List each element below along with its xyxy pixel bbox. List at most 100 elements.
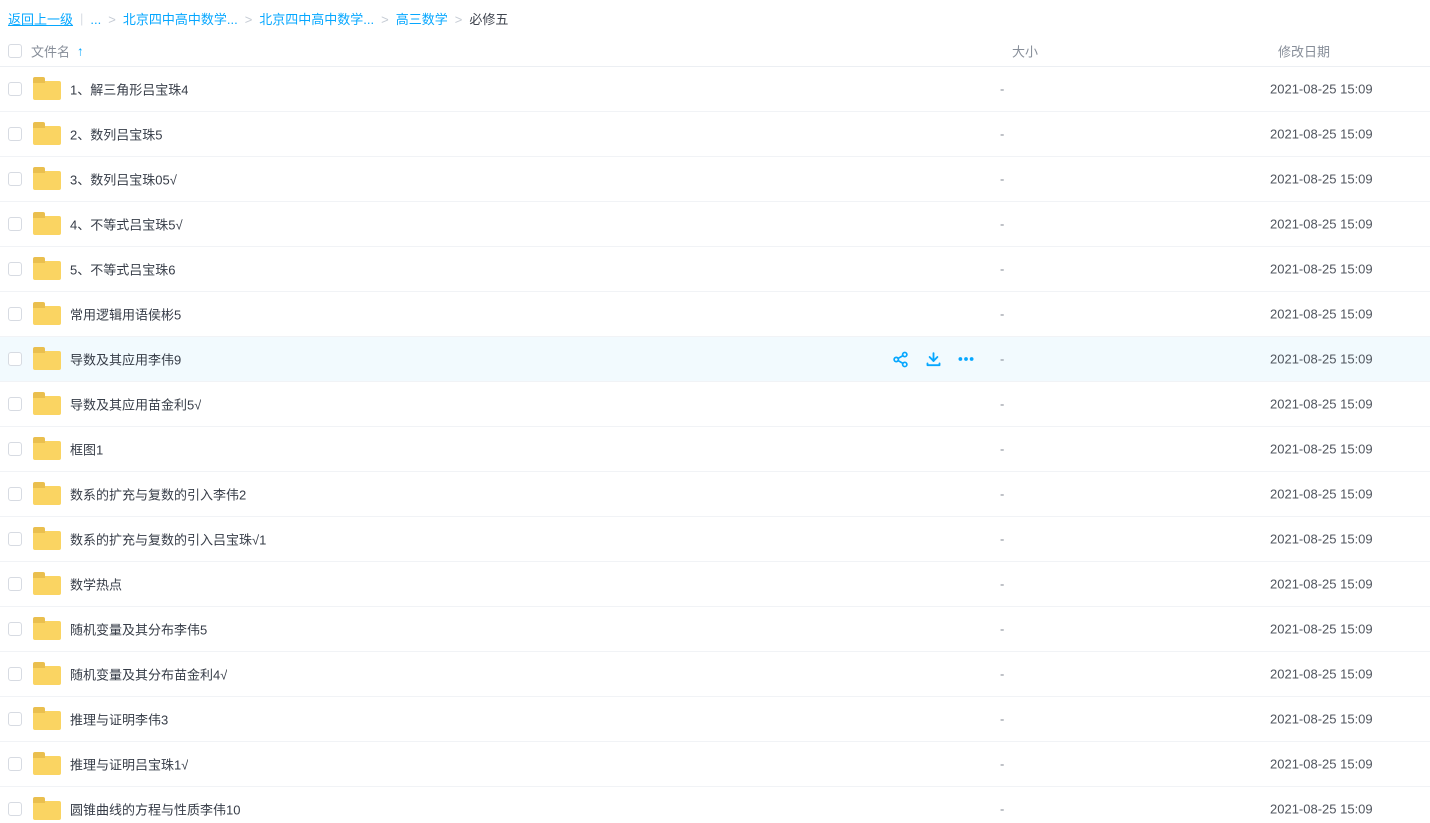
folder-icon[interactable] (33, 576, 61, 595)
file-size: - (1000, 712, 1004, 727)
file-name-link[interactable]: 推理与证明吕宝珠1√ (70, 755, 188, 774)
breadcrumb-pipe: | (80, 11, 83, 26)
table-row[interactable]: 框图1 (0, 427, 1430, 472)
folder-icon[interactable] (33, 171, 61, 190)
table-row[interactable]: 圆锥曲线的方程与性质李伟10 (0, 787, 1430, 823)
folder-icon[interactable] (33, 81, 61, 100)
back-link[interactable]: 返回上一级 (8, 9, 73, 28)
table-row[interactable]: 导数及其应用苗金利5√ (0, 382, 1430, 427)
file-size: - (1000, 127, 1004, 142)
column-header-size[interactable]: 大小 (1012, 42, 1038, 61)
file-name-link[interactable]: 推理与证明李伟3 (70, 710, 168, 729)
file-name-link[interactable]: 5、不等式吕宝珠6 (70, 260, 175, 279)
folder-icon[interactable] (33, 216, 61, 235)
file-name-link[interactable]: 常用逻辑用语侯彬5 (70, 305, 181, 324)
file-name-link[interactable]: 4、不等式吕宝珠5√ (70, 215, 183, 234)
table-row[interactable]: 数系的扩充与复数的引入吕宝珠√1 (0, 517, 1430, 562)
file-size: - (1000, 667, 1004, 682)
column-header-filename[interactable]: 文件名 ↑ (31, 42, 84, 61)
folder-icon[interactable] (33, 441, 61, 460)
file-date: 2021-08-25 15:09 (1270, 352, 1373, 367)
file-date: 2021-08-25 15:09 (1270, 172, 1373, 187)
folder-icon[interactable] (33, 756, 61, 775)
table-row[interactable]: 5、不等式吕宝珠6 (0, 247, 1430, 292)
file-size: - (1000, 532, 1004, 547)
folder-icon[interactable] (33, 486, 61, 505)
file-name-link[interactable]: 2、数列吕宝珠5 (70, 125, 162, 144)
row-checkbox[interactable] (8, 712, 22, 726)
table-row[interactable]: 2、数列吕宝珠5 (0, 112, 1430, 157)
row-checkbox[interactable] (8, 172, 22, 186)
folder-icon[interactable] (33, 711, 61, 730)
share-icon[interactable] (891, 350, 909, 368)
file-size: - (1000, 757, 1004, 772)
breadcrumb-trail: ...>北京四中高中数学...>北京四中高中数学...>高三数学>必修五 (90, 9, 508, 28)
row-checkbox[interactable] (8, 757, 22, 771)
table-row[interactable]: 常用逻辑用语侯彬5 (0, 292, 1430, 337)
row-checkbox[interactable] (8, 82, 22, 96)
row-checkbox[interactable] (8, 532, 22, 546)
breadcrumb-link[interactable]: 高三数学 (396, 12, 448, 27)
file-name-link[interactable]: 随机变量及其分布苗金利4√ (70, 665, 227, 684)
folder-icon[interactable] (33, 531, 61, 550)
row-checkbox[interactable] (8, 262, 22, 276)
file-date: 2021-08-25 15:09 (1270, 712, 1373, 727)
row-checkbox[interactable] (8, 352, 22, 366)
table-row[interactable]: 随机变量及其分布苗金利4√ (0, 652, 1430, 697)
file-date: 2021-08-25 15:09 (1270, 487, 1373, 502)
folder-icon[interactable] (33, 351, 61, 370)
row-checkbox[interactable] (8, 397, 22, 411)
file-size: - (1000, 262, 1004, 277)
file-name-link[interactable]: 数学热点 (70, 575, 122, 594)
row-checkbox[interactable] (8, 217, 22, 231)
table-row[interactable]: 3、数列吕宝珠05√ (0, 157, 1430, 202)
file-date: 2021-08-25 15:09 (1270, 82, 1373, 97)
file-name-link[interactable]: 数系的扩充与复数的引入李伟2 (70, 485, 246, 504)
folder-icon[interactable] (33, 306, 61, 325)
more-icon[interactable] (957, 350, 975, 368)
folder-icon[interactable] (33, 621, 61, 640)
breadcrumb-link[interactable]: 北京四中高中数学... (259, 12, 374, 27)
row-checkbox[interactable] (8, 802, 22, 816)
folder-icon[interactable] (33, 126, 61, 145)
sort-ascending-icon[interactable]: ↑ (77, 44, 84, 59)
row-checkbox[interactable] (8, 127, 22, 141)
select-all-checkbox[interactable] (8, 44, 22, 58)
breadcrumb-separator: > (108, 12, 116, 27)
download-icon[interactable] (924, 350, 942, 368)
row-checkbox[interactable] (8, 577, 22, 591)
folder-icon[interactable] (33, 396, 61, 415)
table-row[interactable]: 数学热点 (0, 562, 1430, 607)
breadcrumb-link[interactable]: ... (90, 12, 101, 27)
table-row[interactable]: 导数及其应用李伟9 (0, 337, 1430, 382)
table-row[interactable]: 推理与证明李伟3 (0, 697, 1430, 742)
table-row[interactable]: 4、不等式吕宝珠5√ (0, 202, 1430, 247)
file-name-link[interactable]: 导数及其应用苗金利5√ (70, 395, 201, 414)
file-date: 2021-08-25 15:09 (1270, 397, 1373, 412)
file-name-link[interactable]: 导数及其应用李伟9 (70, 350, 181, 369)
breadcrumb-link[interactable]: 北京四中高中数学... (123, 12, 238, 27)
file-name-link[interactable]: 1、解三角形吕宝珠4 (70, 80, 188, 99)
table-row[interactable]: 1、解三角形吕宝珠4 (0, 67, 1430, 112)
folder-icon[interactable] (33, 666, 61, 685)
file-name-link[interactable]: 随机变量及其分布李伟5 (70, 620, 207, 639)
file-size: - (1000, 622, 1004, 637)
table-row[interactable]: 随机变量及其分布李伟5 (0, 607, 1430, 652)
row-checkbox[interactable] (8, 442, 22, 456)
file-name-link[interactable]: 数系的扩充与复数的引入吕宝珠√1 (70, 530, 266, 549)
table-row[interactable]: 推理与证明吕宝珠1√ (0, 742, 1430, 787)
folder-icon[interactable] (33, 801, 61, 820)
row-checkbox[interactable] (8, 622, 22, 636)
folder-icon[interactable] (33, 261, 61, 280)
file-date: 2021-08-25 15:09 (1270, 667, 1373, 682)
table-header: 文件名 ↑ 大小 修改日期 (0, 36, 1430, 67)
file-name-link[interactable]: 圆锥曲线的方程与性质李伟10 (70, 800, 240, 819)
row-checkbox[interactable] (8, 667, 22, 681)
row-checkbox[interactable] (8, 307, 22, 321)
file-name-link[interactable]: 框图1 (70, 440, 103, 459)
breadcrumb-separator: > (455, 12, 463, 27)
table-row[interactable]: 数系的扩充与复数的引入李伟2 (0, 472, 1430, 517)
row-checkbox[interactable] (8, 487, 22, 501)
column-header-date[interactable]: 修改日期 (1278, 42, 1330, 61)
file-name-link[interactable]: 3、数列吕宝珠05√ (70, 170, 177, 189)
